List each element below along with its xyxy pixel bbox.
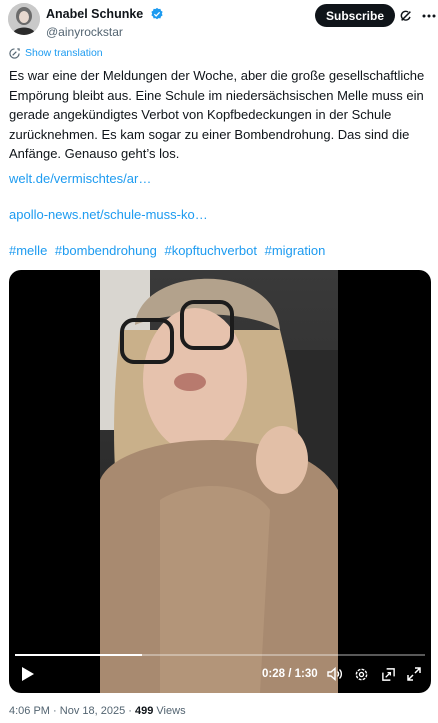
play-icon — [21, 667, 34, 681]
tweet-meta: 4:06 PM · Nov 18, 2025 · 499 Views — [9, 705, 186, 717]
author-handle[interactable]: @ainyrockstar — [46, 25, 164, 39]
video-progress-bar[interactable] — [15, 654, 425, 656]
tweet-header: Anabel Schunke @ainyrockstar Subscribe — [8, 3, 436, 39]
hashtag-melle[interactable]: #melle — [9, 243, 47, 258]
grok-icon[interactable] — [399, 9, 413, 23]
hashtag-list: #melle #bombendrohung #kopftuchverbot #m… — [9, 243, 329, 258]
tweet-time[interactable]: 4:06 PM — [9, 705, 50, 717]
translate-icon — [9, 47, 20, 59]
meta-separator: · — [53, 705, 57, 717]
show-translation-link[interactable]: Show translation — [9, 47, 103, 59]
video-frame — [100, 270, 338, 693]
show-translation-label: Show translation — [25, 47, 103, 59]
settings-icon — [355, 668, 367, 680]
fullscreen-button[interactable] — [406, 666, 422, 682]
tweet-text: Es war eine der Meldungen der Woche, abe… — [9, 68, 425, 161]
views-label: Views — [156, 705, 186, 717]
pip-icon — [381, 667, 395, 681]
hashtag-kopftuchverbot[interactable]: #kopftuchverbot — [164, 243, 257, 258]
link-apollo-news[interactable]: apollo-news.net/schule-muss-ko… — [9, 207, 208, 222]
views-count: 499 — [135, 705, 154, 717]
verified-badge-icon — [151, 7, 163, 20]
subscribe-button[interactable]: Subscribe — [315, 4, 395, 27]
video-player[interactable]: 0:28 / 1:30 — [9, 270, 431, 693]
fullscreen-icon — [407, 667, 421, 681]
avatar[interactable] — [8, 3, 40, 35]
play-button[interactable] — [19, 666, 35, 682]
settings-button[interactable] — [353, 666, 369, 682]
link-welt[interactable]: welt.de/vermischtes/ar… — [9, 171, 151, 186]
volume-button[interactable] — [326, 666, 342, 682]
tweet-date[interactable]: Nov 18, 2025 — [60, 705, 125, 717]
video-time: 0:28 / 1:30 — [262, 668, 318, 680]
video-progress-fill — [15, 654, 143, 656]
meta-separator: · — [128, 705, 132, 717]
pip-button[interactable] — [380, 666, 396, 682]
hashtag-bombendrohung[interactable]: #bombendrohung — [55, 243, 157, 258]
author-info: Anabel Schunke @ainyrockstar — [46, 5, 164, 39]
volume-icon — [326, 667, 342, 681]
more-icon[interactable] — [421, 9, 437, 23]
hashtag-migration[interactable]: #migration — [265, 243, 326, 258]
author-display-name[interactable]: Anabel Schunke — [46, 7, 143, 21]
